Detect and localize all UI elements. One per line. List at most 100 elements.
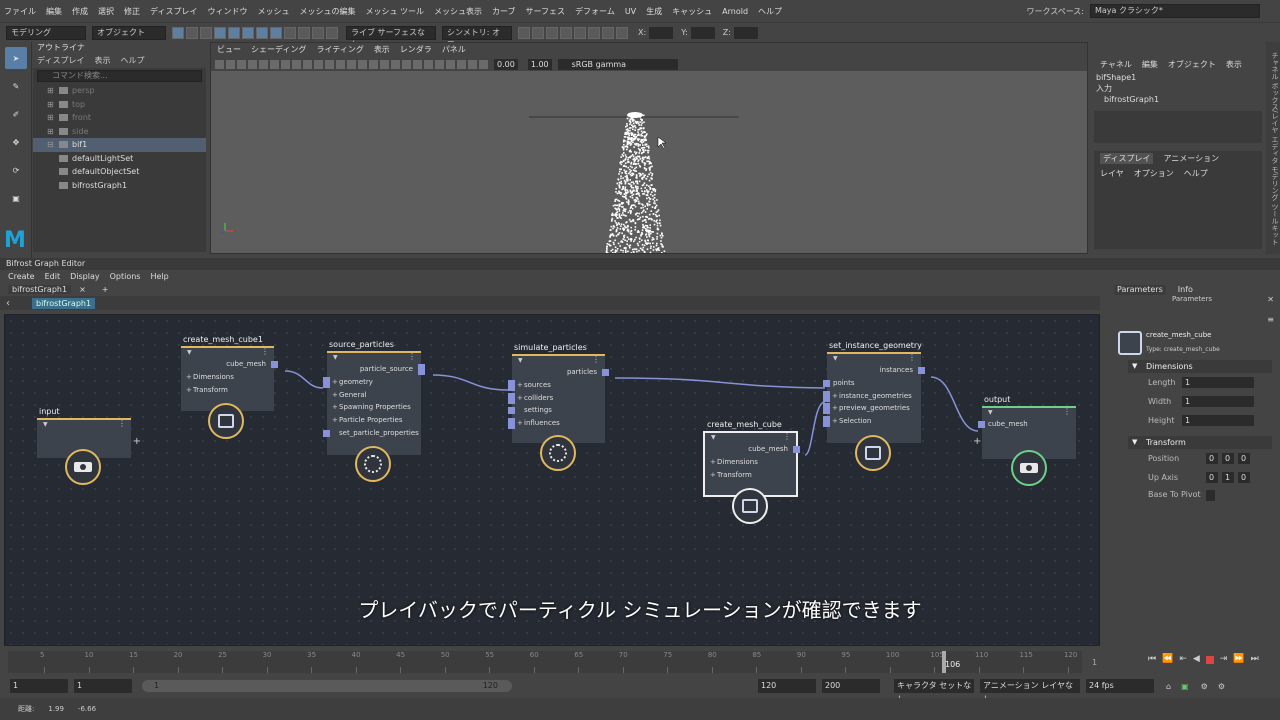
lights-icon[interactable] [391,59,400,69]
outliner-menu-item[interactable]: ディスプレイ [37,54,84,68]
menu-item[interactable]: ウィンドウ [207,6,247,17]
node-menu-icon[interactable]: ⋮ [408,352,416,361]
menu-item[interactable]: デフォーム [575,6,615,17]
section-dimensions[interactable]: Dimensions [1128,360,1272,373]
expand-toggle-icon[interactable]: ⊞ [47,125,55,139]
port-handle[interactable] [823,418,830,426]
input-port[interactable]: + Selection [823,415,921,428]
grease-pencil-icon[interactable] [270,59,279,69]
viewport-menu-item[interactable]: 表示 [374,43,390,57]
collapse-icon[interactable]: ▼ [333,354,338,361]
step-forward-icon[interactable]: ⏩ [1233,654,1244,664]
isolate-select-icon[interactable] [457,59,466,69]
input-port[interactable]: + sources [508,379,605,392]
collapse-icon[interactable]: ▼ [711,434,716,441]
position-x[interactable]: 0 [1206,453,1218,464]
xray-joints-icon[interactable] [479,59,488,69]
input-node[interactable]: bifrostGraph1 [1090,94,1266,105]
collapse-icon[interactable]: ▼ [988,409,993,416]
layer-menu-item[interactable]: ヘルプ [1184,168,1208,179]
channel-box-menu-item[interactable]: 編集 [1142,59,1158,72]
hypershade-icon[interactable] [574,26,586,39]
expand-toggle-icon[interactable]: ⊞ [47,98,55,112]
channel-box-menu-item[interactable]: チャネル [1100,59,1132,72]
port-handle[interactable] [823,405,830,413]
menu-item[interactable]: メッシュ ツール [365,6,424,17]
gate-mask-icon[interactable] [314,59,323,69]
menu-item[interactable]: サーフェス [526,6,566,17]
range-slider[interactable]: 1 120 [142,680,512,692]
menu-item[interactable]: UV [625,7,636,16]
play-backward-icon[interactable]: ◀ [1193,654,1200,664]
snap-grid-icon[interactable] [214,26,226,39]
camera-icon[interactable] [215,59,224,69]
film-gate-icon[interactable] [292,59,301,69]
input-port[interactable]: settings [508,404,605,417]
port-handle[interactable] [323,429,330,437]
input-port[interactable]: + preview_geometries [823,402,921,415]
port-handle[interactable] [602,369,609,376]
outliner-item[interactable]: ⊞ front [33,111,206,125]
depth-of-field-icon[interactable] [446,59,455,69]
exposure-field[interactable]: 0.00 [494,58,518,70]
input-port[interactable]: + instance_geometries [823,390,921,403]
viewport-menu-item[interactable]: パネル [442,43,466,57]
history-icon[interactable] [284,26,296,39]
stop-icon[interactable] [1205,656,1214,664]
workspace-dropdown[interactable]: Maya クラシック* [1090,4,1260,18]
lasso-tool-icon[interactable]: ✎ [5,75,27,97]
bge-menu-item[interactable]: Edit [45,270,61,283]
key-icon[interactable]: ▣ [1181,682,1189,691]
expand-toggle-icon[interactable]: ⊞ [47,84,55,98]
rotate-tool-icon[interactable]: ⟳ [5,159,27,181]
bge-menu-item[interactable]: Create [8,270,35,283]
menu-item[interactable]: 生成 [646,6,662,17]
graph-tab[interactable]: bifrostGraph1 [8,285,72,294]
outliner-item[interactable]: defaultLightSet [33,152,206,166]
layer-tab[interactable]: アニメーション [1163,153,1219,164]
output-port[interactable]: particles [512,366,609,379]
node-menu-icon[interactable]: ⋮ [1063,407,1071,416]
output-port[interactable]: particle_source [327,363,425,376]
param-group[interactable]: + Dimensions [181,371,274,384]
playback-start-field[interactable]: 1 [74,679,132,693]
collapse-icon[interactable]: ▼ [187,349,192,356]
length-field[interactable]: 1 [1182,377,1254,388]
scene-start-field[interactable]: 1 [10,679,68,693]
outliner-menu-item[interactable]: 表示 [94,54,110,68]
node-set-instance-geometry[interactable]: set_instance_geometry ▼ ⋮ instances point… [823,341,925,443]
expand-toggle-icon[interactable]: ⊞ [47,111,55,125]
go-to-start-icon[interactable]: ⏮ [1148,654,1156,664]
node-source-particles[interactable]: source_particles ▼ ⋮ particle_source + geo… [323,340,425,455]
port-handle[interactable] [823,392,830,400]
layer-tab[interactable]: ディスプレイ [1100,153,1154,164]
outliner-item[interactable]: ⊟ bif1 [33,138,206,152]
mode-dropdown[interactable]: モデリング [6,25,86,40]
time-slider[interactable]: 5 10 15 20 25 30 35 40 45 50 55 60 65 70 75 80 85 90 95 100… [8,651,1082,673]
menu-item[interactable]: ディスプレイ [150,6,197,17]
unlink-icon[interactable] [326,26,338,39]
default-material-icon[interactable] [369,59,378,69]
port-handle[interactable] [271,361,278,368]
gamma-field[interactable]: 1.00 [527,58,552,70]
paint-select-icon[interactable]: ✐ [5,103,27,125]
field-chart-icon[interactable] [325,59,334,69]
arnold-render-icon[interactable] [588,26,600,39]
upaxis-z[interactable]: 0 [1238,472,1250,483]
layer-menu-item[interactable]: レイヤ [1100,168,1124,179]
menu-item[interactable]: 作成 [72,6,88,17]
z-field[interactable] [733,26,758,39]
viewport-menu-item[interactable]: シェーディング [251,43,306,57]
position-y[interactable]: 0 [1222,453,1234,464]
viewport-menu-item[interactable]: ビュー [217,43,241,57]
select-by-object-icon[interactable] [186,26,198,39]
port-handle[interactable] [323,378,330,386]
scene-end-field[interactable]: 200 [822,679,880,693]
outliner-item[interactable]: ⊞ persp [33,84,206,98]
input-port[interactable]: + influences [508,417,605,430]
menu-item[interactable]: メッシュの編集 [299,6,355,17]
channel-box-menu-item[interactable]: 表示 [1226,59,1242,72]
tab-info[interactable]: Info [1178,285,1193,295]
snap-curve-icon[interactable] [228,26,240,39]
link-icon[interactable] [312,26,324,39]
